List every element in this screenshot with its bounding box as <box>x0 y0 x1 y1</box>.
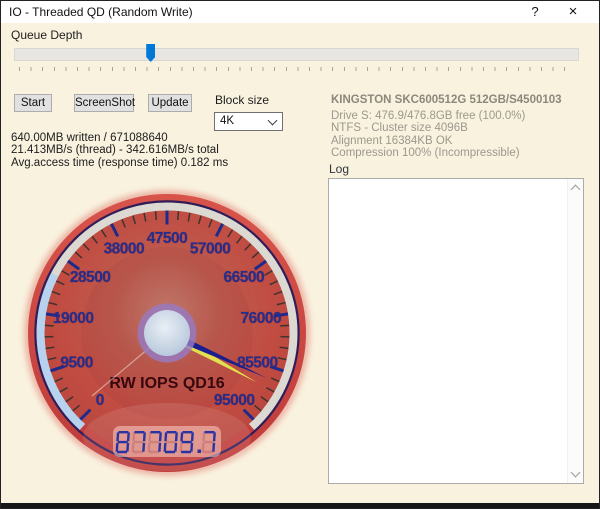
gauge-scale-label: 19000 <box>53 310 94 327</box>
gauge-title: RW IOPS QD16 <box>109 375 224 392</box>
io-benchmark-window: IO - Threaded QD (Random Write) ? × Queu… <box>0 0 600 509</box>
help-button[interactable]: ? <box>519 1 551 23</box>
scroll-up-icon[interactable] <box>570 184 581 195</box>
gauge-scale-label: 95000 <box>214 392 255 409</box>
title-bar: IO - Threaded QD (Random Write) ? × <box>1 1 599 23</box>
benchmark-stats: 640.00MB written / 671088640 21.413MB/s … <box>11 132 228 169</box>
gauge-scale-label: 28500 <box>70 269 111 286</box>
queue-depth-slider-ticks <box>19 67 575 71</box>
stat-speed: 21.413MB/s (thread) - 342.616MB/s total <box>11 144 219 157</box>
drive-alignment: Alignment 16384KB OK <box>331 134 453 147</box>
drive-model: KINGSTON SKC600512G 512GB/S4500103 <box>331 94 562 106</box>
gauge-scale-label: 47500 <box>147 230 188 247</box>
log-scrollbar[interactable] <box>567 179 583 483</box>
queue-depth-slider[interactable] <box>14 48 579 61</box>
gauge-scale-label: 38000 <box>104 240 145 257</box>
scroll-down-icon[interactable] <box>570 467 581 478</box>
iops-gauge: 0 9500 19000 28500 380004750057000 66500 76000… <box>24 190 310 476</box>
gauge-scale-label: 57000 <box>190 240 231 257</box>
close-button[interactable]: × <box>557 1 589 23</box>
block-size-label: Block size <box>215 93 270 107</box>
drive-free-space: Drive S: 476.9/476.8GB free (100.0%) <box>331 109 526 122</box>
drive-filesystem: NTFS - Cluster size 4096B <box>331 122 468 135</box>
stat-written: 640.00MB written / 671088640 <box>11 132 168 144</box>
screenshot-button[interactable]: ScreenShot <box>74 94 135 112</box>
gauge-scale-label: 85500 <box>237 354 278 371</box>
update-button[interactable]: Update <box>148 94 192 112</box>
log-label: Log <box>329 162 350 176</box>
gauge-minor-tick <box>154 211 158 221</box>
stat-access-time: Avg.access time (response time) 0.182 ms <box>11 156 229 169</box>
gauge-hub <box>144 310 190 356</box>
window-title: IO - Threaded QD (Random Write) <box>9 5 193 19</box>
chevron-down-icon <box>267 115 278 126</box>
gauge-scale-label: 9500 <box>60 354 92 371</box>
gauge-scale-label: 66500 <box>224 269 265 286</box>
block-size-select[interactable]: 4K <box>214 112 283 131</box>
drive-info: KINGSTON SKC600512G 512GB/S4500103 Drive… <box>331 94 562 160</box>
start-button[interactable]: Start <box>14 94 52 112</box>
block-size-value: 4K <box>220 115 235 127</box>
queue-depth-label: Queue Depth <box>11 28 83 42</box>
gauge-scale-label: 76000 <box>241 310 282 327</box>
log-textarea[interactable] <box>328 178 584 484</box>
gauge-digit-dot <box>197 449 201 453</box>
drive-compression: Compression 100% (Incompressible) <box>331 147 520 160</box>
gauge-scale-label: 0 <box>96 392 104 409</box>
gauge-minor-tick <box>176 211 180 221</box>
gauge-minor-tick <box>280 324 290 327</box>
window-bottom-edge <box>1 503 599 508</box>
